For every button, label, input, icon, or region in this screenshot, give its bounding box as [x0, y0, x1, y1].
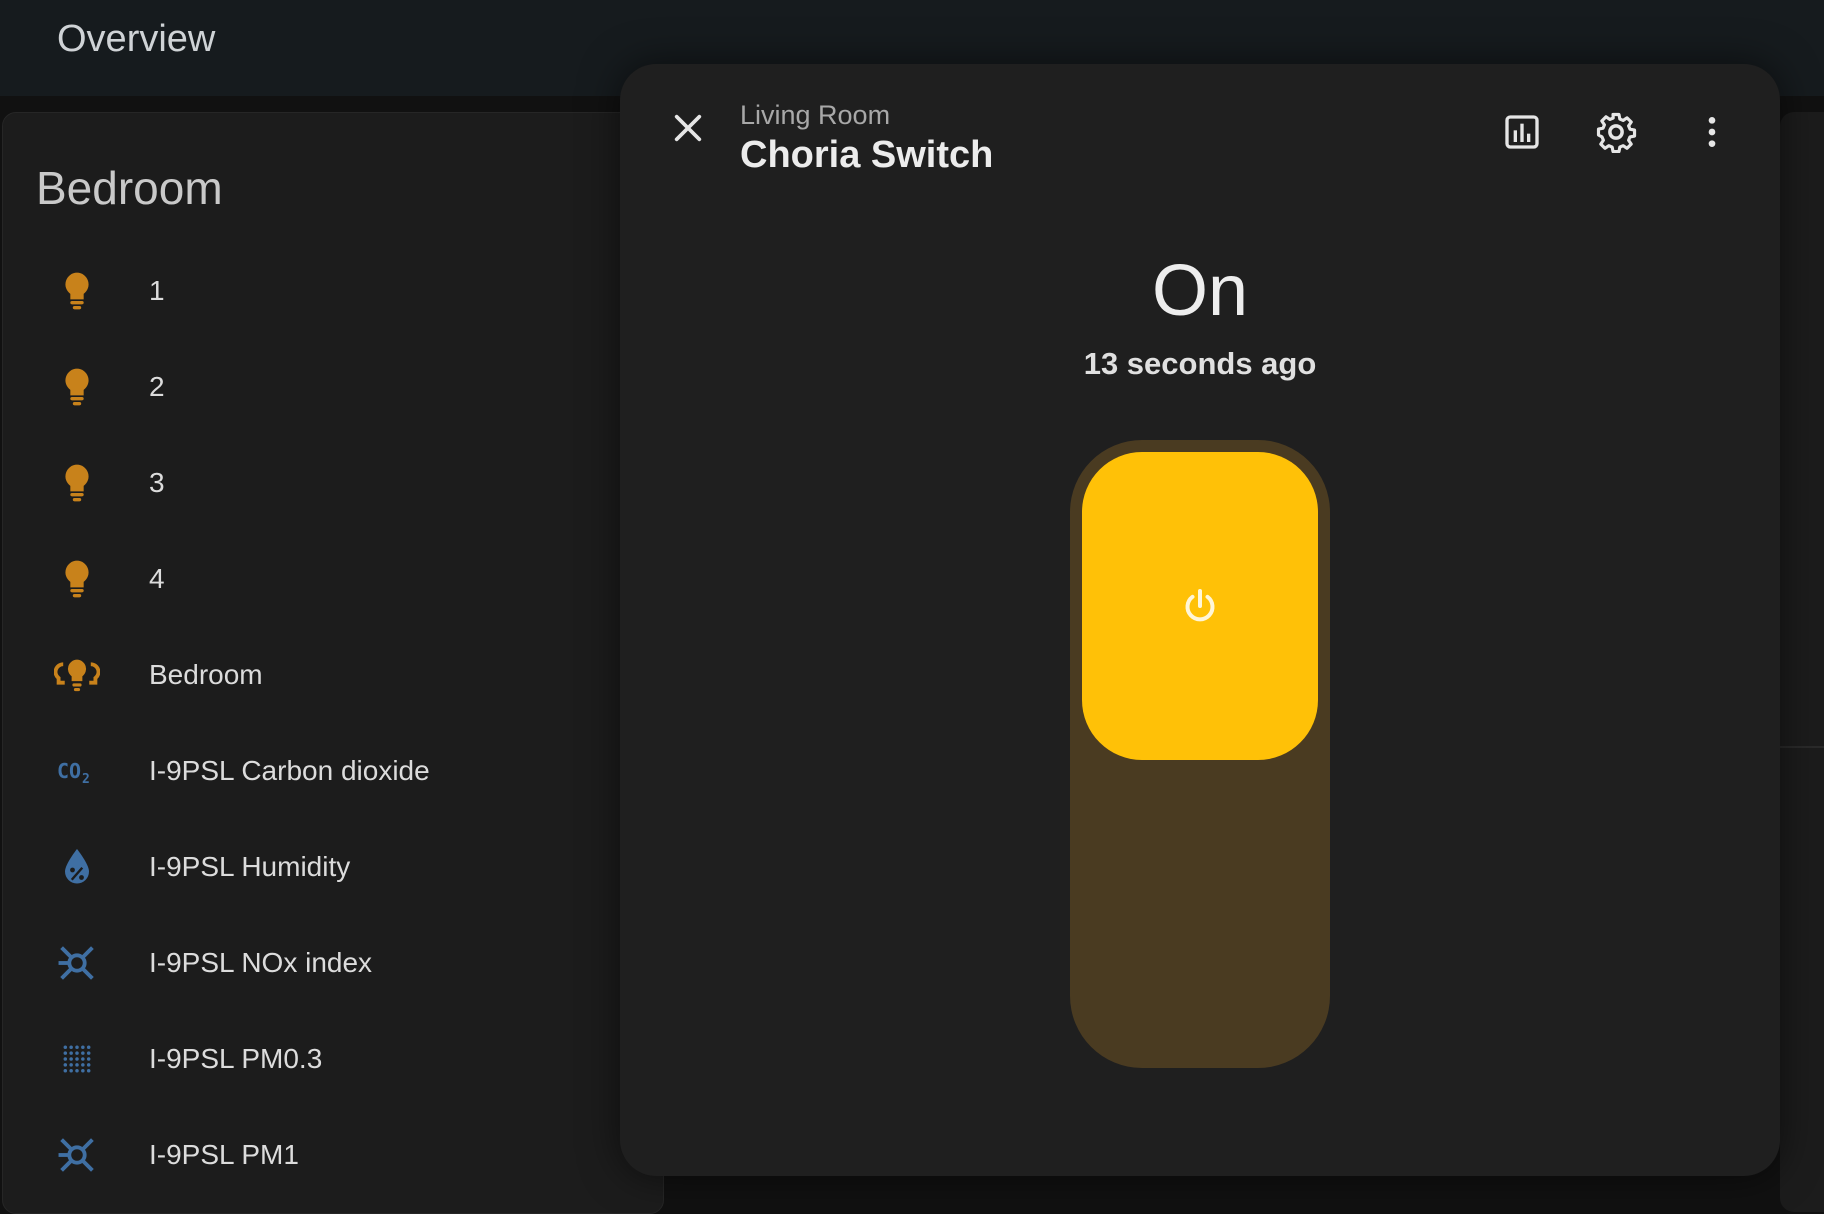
switch-toggle-knob: [1082, 452, 1318, 760]
card-title: Bedroom: [36, 162, 223, 214]
dialog-area: Living Room: [740, 100, 891, 130]
entity-row-label: 2: [149, 371, 165, 402]
more-options-button[interactable]: [1684, 104, 1740, 160]
entity-row-label: Bedroom: [149, 659, 263, 690]
svg-text:2: 2: [82, 772, 90, 786]
bedroom-card: Bedroom 1 2 3 4 Bedroom CO 2 I-9PSL Carb…: [2, 112, 664, 1214]
close-button[interactable]: [660, 100, 716, 156]
power-icon: [1185, 589, 1215, 622]
molecule-icon: [53, 939, 101, 987]
lightbulb-icon: [53, 267, 101, 315]
entity-row[interactable]: CO 2 I-9PSL Carbon dioxide: [3, 723, 663, 819]
humidity-icon: [53, 843, 101, 891]
entity-row[interactable]: 1: [3, 243, 663, 339]
lightbulb-group-icon: [53, 651, 101, 699]
co2-icon: CO 2: [53, 747, 101, 795]
entity-row[interactable]: I-9PSL PM0.3: [3, 1011, 663, 1107]
dots-vertical-icon: [1708, 117, 1716, 147]
more-info-dialog: Living Room Choria Switch On 13 seconds …: [620, 64, 1780, 1176]
svg-text:CO: CO: [57, 759, 81, 783]
entity-row-label: I-9PSL NOx index: [149, 947, 373, 978]
entity-row-label: I-9PSL PM0.3: [149, 1043, 323, 1074]
lightbulb-icon: [53, 363, 101, 411]
gear-icon: [1596, 112, 1637, 153]
lightbulb-icon: [53, 459, 101, 507]
settings-button[interactable]: [1588, 104, 1644, 160]
dots-grid-icon: [53, 1035, 101, 1083]
entity-row-label: I-9PSL PM1: [149, 1139, 299, 1170]
history-button[interactable]: [1494, 104, 1550, 160]
molecule-icon: [53, 1131, 101, 1179]
dialog-title: Choria Switch: [740, 134, 994, 176]
entity-row-label: 4: [149, 563, 165, 594]
entity-row[interactable]: 3: [3, 435, 663, 531]
entity-row[interactable]: 4: [3, 531, 663, 627]
last-changed: 13 seconds ago: [1083, 346, 1317, 381]
entity-row[interactable]: 2: [3, 339, 663, 435]
entity-row[interactable]: I-9PSL Humidity: [3, 819, 663, 915]
entity-state: On: [1151, 251, 1249, 331]
entity-row[interactable]: I-9PSL NOx index: [3, 915, 663, 1011]
entity-row[interactable]: Bedroom: [3, 627, 663, 723]
right-card-edge: [1780, 112, 1824, 1212]
entity-row-label: I-9PSL Carbon dioxide: [149, 755, 430, 786]
page-title: Overview: [57, 18, 216, 60]
entity-row-label: 3: [149, 467, 165, 498]
switch-toggle[interactable]: [1070, 440, 1330, 1068]
lightbulb-icon: [53, 555, 101, 603]
close-icon: [674, 114, 702, 142]
entity-row-label: 1: [149, 275, 165, 306]
entity-row-label: I-9PSL Humidity: [149, 851, 351, 882]
entity-row[interactable]: I-9PSL PM1: [3, 1107, 663, 1203]
chart-box-icon: [1505, 115, 1539, 149]
divider: [1780, 746, 1824, 748]
